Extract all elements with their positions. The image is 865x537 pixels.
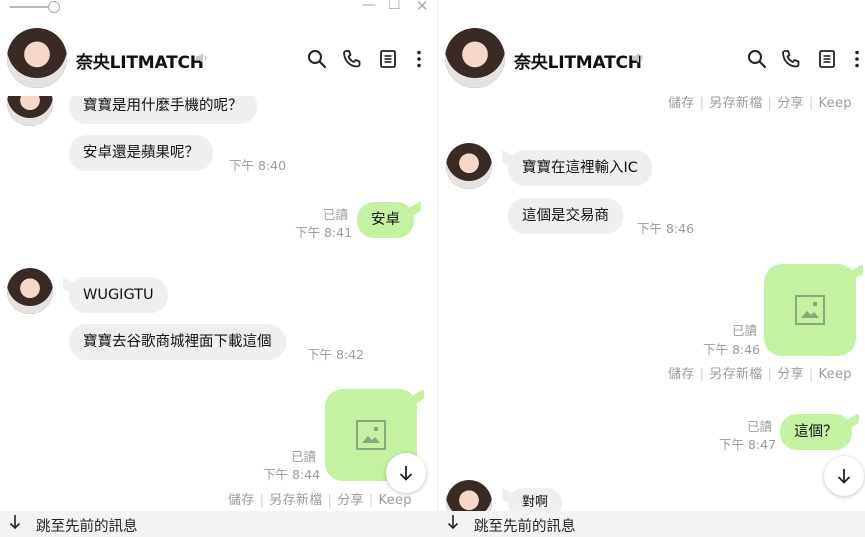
share-action[interactable]: 分享 — [337, 493, 364, 508]
image-actions: 儲存 | 另存新檔 | 分享 | Keep — [668, 367, 852, 382]
message-bubble[interactable]: 寶寶在這裡輸入IC — [508, 150, 652, 186]
save-action[interactable]: 儲存 — [668, 96, 695, 111]
avatar[interactable] — [445, 28, 505, 88]
chat-pane-left: — ☐ ✕ 奈央LITMATCH 寶寶是用什麼手機的呢？ 奈央LITMATCH — [0, 0, 437, 537]
mute-icon — [632, 53, 643, 63]
save-as-action[interactable]: 另存新檔 — [269, 493, 322, 508]
jump-to-previous-bar[interactable]: 跳至先前的訊息 — [438, 511, 865, 537]
chat-header: 奈央LITMATCH — [438, 28, 865, 90]
scroll-to-bottom-button[interactable] — [386, 453, 426, 493]
read-receipt: 已讀 — [732, 323, 758, 338]
message-time: 下午 8:46 — [703, 342, 761, 357]
save-as-action[interactable]: 另存新檔 — [709, 96, 762, 111]
avatar[interactable] — [7, 28, 67, 88]
message-bubble[interactable]: 安卓還是蘋果呢？ — [69, 135, 213, 171]
arrow-down-icon — [399, 466, 413, 481]
arrow-down-icon — [837, 469, 851, 484]
minimize-button[interactable]: — — [362, 0, 376, 13]
search-icon[interactable] — [306, 48, 328, 70]
jump-to-previous-label[interactable]: 跳至先前的訊息 — [474, 515, 576, 536]
keep-action[interactable]: Keep — [378, 493, 411, 508]
arrow-down-icon — [9, 515, 21, 530]
message-time: 下午 8:47 — [719, 437, 777, 452]
save-action[interactable]: 儲存 — [668, 367, 695, 382]
image-message[interactable] — [764, 264, 856, 356]
share-action[interactable]: 分享 — [777, 96, 804, 111]
more-icon[interactable] — [408, 48, 430, 70]
chat-title[interactable]: 奈央LITMATCH — [76, 48, 204, 73]
image-actions: 儲存 | 另存新檔 | 分享 | Keep — [228, 493, 412, 508]
jump-to-previous-label[interactable]: 跳至先前的訊息 — [36, 515, 138, 536]
window-controls: — ☐ ✕ — [0, 0, 437, 16]
chat-pane-right: 儲存 | 另存新檔 | 分享 | Keep 奈央LITMATCH 寶寶在這裡輸入IC 這個是… — [438, 0, 865, 537]
message-time: 下午 8:46 — [637, 221, 695, 236]
sender-avatar[interactable] — [7, 268, 53, 314]
read-receipt: 已讀 — [291, 449, 317, 464]
jump-to-previous-bar[interactable]: 跳至先前的訊息 — [0, 511, 437, 537]
notes-icon[interactable] — [816, 48, 838, 70]
chat-header-overlay: 奈央LITMATCH — [0, 28, 437, 90]
notes-icon[interactable] — [377, 48, 399, 70]
read-receipt: 已讀 — [747, 419, 773, 434]
opacity-slider-knob[interactable] — [48, 1, 60, 13]
message-time: 下午 8:40 — [229, 158, 287, 173]
save-action[interactable]: 儲存 — [228, 493, 255, 508]
message-bubble[interactable]: 這個是交易商 — [508, 198, 623, 234]
message-time: 下午 8:44 — [263, 467, 321, 482]
message-bubble[interactable]: WUGIGTU — [69, 277, 168, 313]
close-button[interactable]: ✕ — [416, 0, 429, 15]
save-as-action[interactable]: 另存新檔 — [709, 367, 762, 382]
phone-icon[interactable] — [341, 48, 363, 70]
keep-action[interactable]: Keep — [818, 96, 851, 111]
phone-icon[interactable] — [780, 48, 802, 70]
arrow-down-icon — [447, 515, 459, 530]
message-time: 下午 8:41 — [295, 225, 353, 240]
more-icon[interactable] — [846, 48, 865, 70]
message-time: 下午 8:42 — [307, 347, 365, 362]
message-bubble-mine[interactable]: 安卓 — [357, 202, 414, 238]
sender-avatar[interactable] — [446, 143, 492, 189]
message-bubble[interactable]: 寶寶去谷歌商城裡面下載這個 — [69, 324, 286, 360]
maximize-button[interactable]: ☐ — [388, 0, 401, 13]
scroll-to-bottom-button[interactable] — [824, 456, 864, 496]
share-action[interactable]: 分享 — [777, 367, 804, 382]
keep-action[interactable]: Keep — [818, 367, 851, 382]
message-bubble-mine[interactable]: 這個？ — [780, 414, 852, 450]
image-icon — [356, 420, 386, 450]
read-receipt: 已讀 — [323, 207, 349, 222]
chat-title[interactable]: 奈央LITMATCH — [514, 48, 642, 73]
mute-icon — [196, 53, 207, 63]
image-icon — [795, 295, 825, 325]
search-icon[interactable] — [746, 48, 768, 70]
